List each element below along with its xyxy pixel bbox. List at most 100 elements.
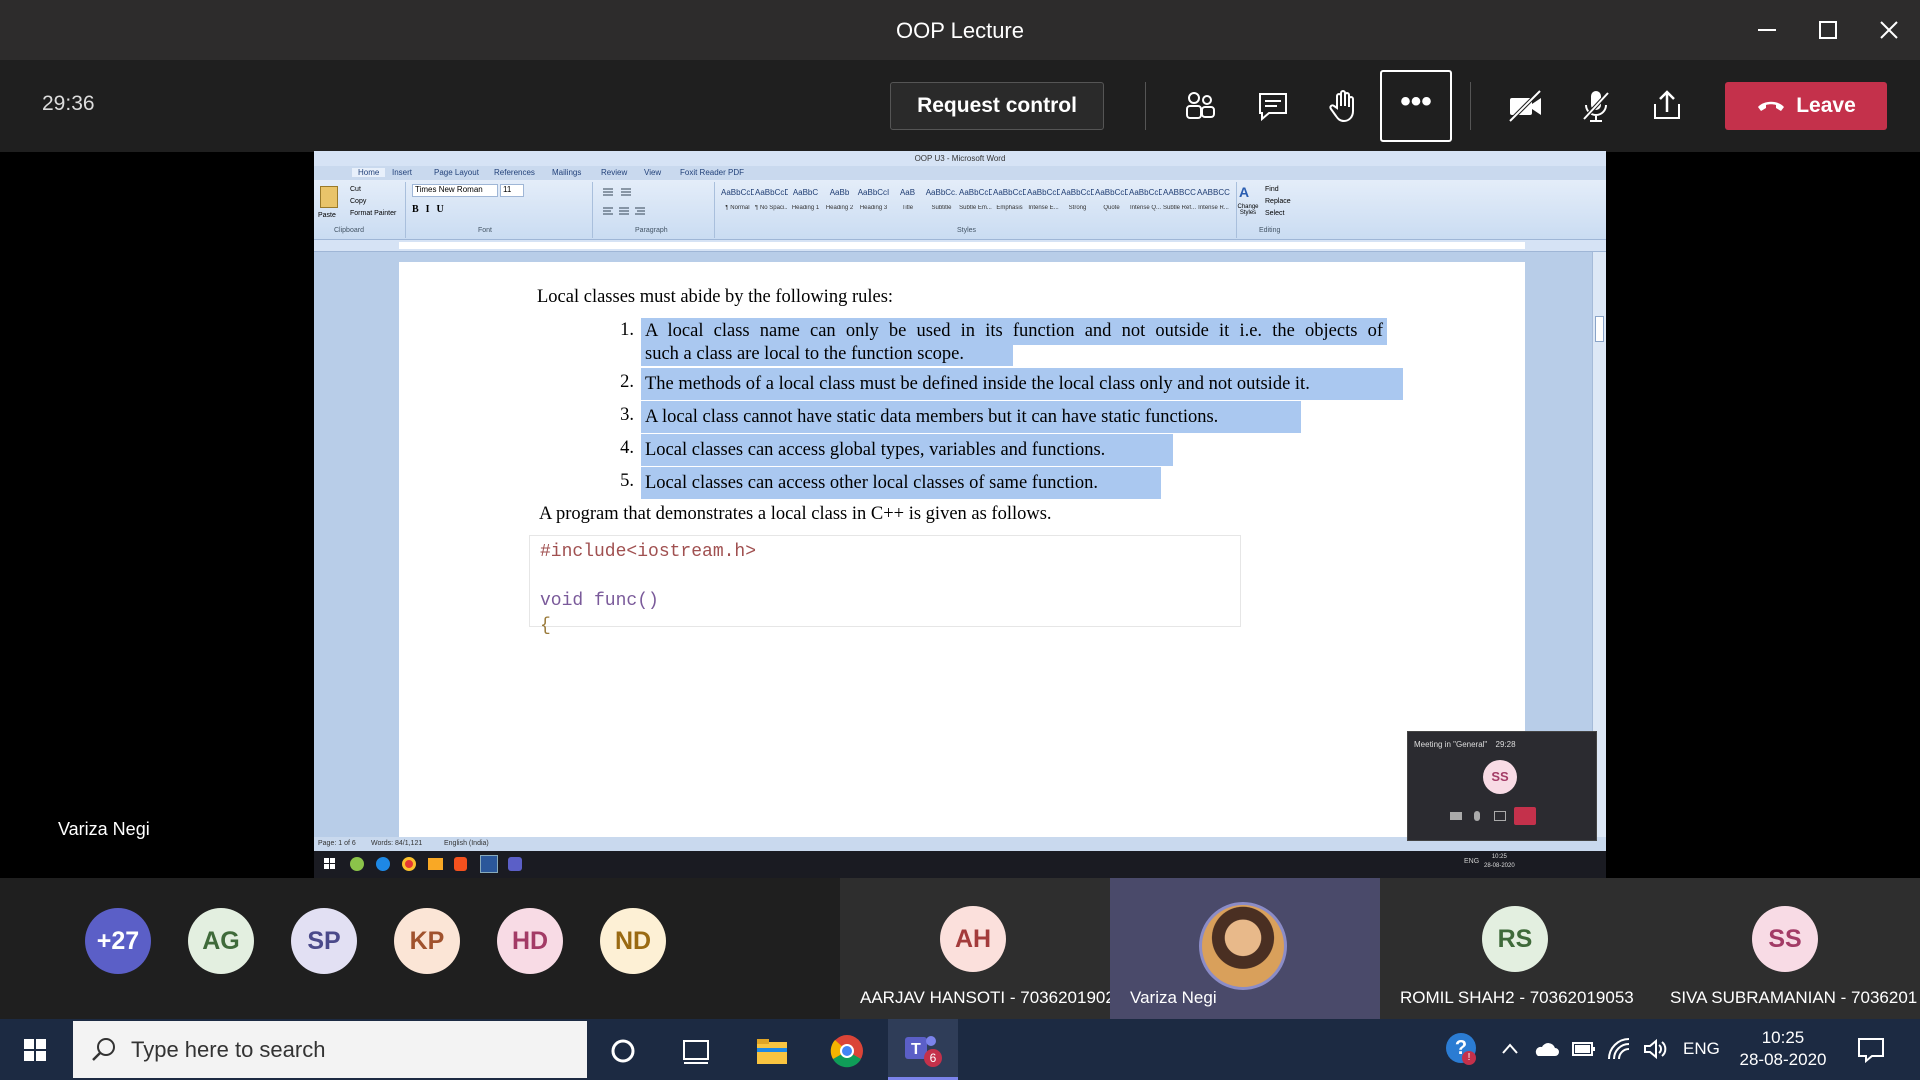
select-button[interactable]: Select [1265, 208, 1291, 220]
style-gallery-item[interactable]: AaB Title [891, 188, 924, 224]
clipboard-actions: Cut Copy Format Painter [350, 184, 396, 220]
font-format-buttons[interactable]: BIU [412, 204, 451, 215]
style-gallery-item[interactable]: AABBCCDE Intense R... [1197, 188, 1230, 224]
style-gallery-item[interactable]: AaBb Heading 2 [823, 188, 856, 224]
style-preview: AaBbCcDc [1061, 188, 1094, 197]
leave-button[interactable]: Leave [1725, 82, 1887, 130]
participant-tile[interactable]: RS ROMIL SHAH2 - 70362019053 [1380, 878, 1650, 1019]
font-size-select[interactable]: 11 [500, 184, 524, 197]
onedrive-icon[interactable] [1533, 1039, 1559, 1059]
request-control-button[interactable]: Request control [890, 82, 1104, 130]
style-name: Intense Q... [1129, 205, 1162, 211]
style-gallery-item[interactable]: AaBbCcDi Emphasis [993, 188, 1026, 224]
wifi-icon[interactable] [1607, 1037, 1631, 1061]
ruler[interactable] [314, 240, 1606, 252]
chevron-up-icon[interactable] [1500, 1039, 1520, 1059]
font-name-select[interactable]: Times New Roman [412, 184, 498, 197]
participants-icon[interactable] [1180, 86, 1220, 126]
battery-icon[interactable] [1572, 1039, 1596, 1059]
cut-button[interactable]: Cut [350, 184, 396, 196]
clock-time: 10:25 [1761, 1028, 1805, 1047]
more-participants-badge[interactable]: +27 [85, 908, 151, 974]
style-gallery-item[interactable]: AaBbCcI Heading 3 [857, 188, 890, 224]
participant-avatar[interactable]: ND [600, 908, 666, 974]
scroll-thumb[interactable] [1595, 316, 1604, 342]
share-screen-icon[interactable] [1647, 86, 1687, 126]
camera-off-icon[interactable] [1505, 86, 1545, 126]
style-preview: AaBbCcDc [755, 188, 788, 197]
more-actions-button[interactable]: ••• [1380, 70, 1452, 142]
language-indicator[interactable]: ENG [1683, 1039, 1720, 1059]
paragraph-buttons-icon[interactable] [601, 186, 701, 220]
style-gallery-item[interactable]: AaBbCcDc ¶ No Spaci... [755, 188, 788, 224]
volume-icon[interactable] [1642, 1037, 1668, 1061]
mini-meeting-window[interactable]: Meeting in "General" 29:28 SS [1407, 731, 1597, 841]
document-page[interactable]: Local classes must abide by the followin… [399, 262, 1525, 837]
ruler-page-area [399, 242, 1525, 249]
style-name: ¶ No Spaci... [755, 205, 788, 211]
ribbon-tab[interactable]: Home [352, 168, 386, 177]
mini-hangup-button[interactable] [1514, 807, 1536, 825]
change-styles-label: Change Styles [1237, 204, 1259, 216]
style-gallery-item[interactable]: AaBbCcDi Intense Q... [1129, 188, 1162, 224]
minimize-button[interactable] [1742, 8, 1792, 52]
taskbar-search-box[interactable]: Type here to search [73, 1021, 587, 1078]
mini-mic-icon[interactable] [1474, 811, 1480, 821]
raise-hand-icon[interactable] [1323, 86, 1363, 126]
format-painter-button[interactable]: Format Painter [350, 208, 396, 220]
style-gallery-item[interactable]: AaBbC Heading 1 [789, 188, 822, 224]
ribbon-tab[interactable]: References [494, 168, 535, 177]
ribbon-tab[interactable]: Page Layout [434, 168, 479, 177]
chrome-icon[interactable] [827, 1031, 867, 1071]
task-view-icon[interactable] [676, 1031, 716, 1071]
ribbon-tab[interactable]: Review [601, 168, 627, 177]
mini-camera-icon[interactable] [1450, 812, 1462, 820]
style-preview: AaBbCcDi [993, 188, 1026, 197]
group-label: Editing [1259, 227, 1281, 234]
teams-taskbar-button[interactable]: T 6 [888, 1019, 958, 1080]
file-explorer-icon[interactable] [752, 1031, 792, 1071]
windows-start-button[interactable] [24, 1039, 46, 1061]
participant-tile[interactable]: AH AARJAV HANSOTI - 7036201902 [840, 878, 1110, 1019]
style-gallery-item[interactable]: AaBbCc. Subtitle [925, 188, 958, 224]
style-preview: AaBb [829, 188, 850, 197]
mic-off-icon[interactable] [1576, 86, 1616, 126]
participant-avatar[interactable]: KP [394, 908, 460, 974]
participant-avatar[interactable]: SP [291, 908, 357, 974]
participant-avatar[interactable]: AG [188, 908, 254, 974]
paste-icon[interactable] [320, 186, 338, 208]
change-styles-icon[interactable]: A [1239, 184, 1249, 200]
mini-share-icon[interactable] [1494, 811, 1506, 821]
taskbar-clock[interactable]: 10:25 28-08-2020 [1733, 1027, 1833, 1071]
style-gallery-item[interactable]: AaBbCcDi Subtle Em... [959, 188, 992, 224]
sharer-name: Variza Negi [58, 819, 150, 839]
ribbon-tab[interactable]: View [644, 168, 661, 177]
presenter-tile[interactable]: Variza Negi [1110, 878, 1380, 1019]
notifications-icon[interactable] [1857, 1037, 1885, 1063]
replace-button[interactable]: Replace [1265, 196, 1291, 208]
ribbon-tab[interactable]: Foxit Reader PDF [680, 168, 744, 177]
find-button[interactable]: Find [1265, 184, 1291, 196]
copy-button[interactable]: Copy [350, 196, 396, 208]
participant-avatar[interactable]: HD [497, 908, 563, 974]
maximize-button[interactable] [1803, 8, 1853, 52]
style-preview: AaBbCcI [857, 188, 890, 197]
close-button[interactable] [1864, 8, 1914, 52]
style-preview: AaBbCcDi [1027, 188, 1060, 197]
ribbon-tab[interactable]: Insert [392, 168, 412, 177]
style-preview: AaBbCcDi [1095, 188, 1128, 197]
style-gallery-item[interactable]: AABBCCDE Subtle Ref... [1163, 188, 1196, 224]
style-gallery-item[interactable]: AaBbCcDc Strong [1061, 188, 1094, 224]
style-preview: AaBbCcDi [1129, 188, 1162, 197]
style-gallery-item[interactable]: AaBbCcDi Intense E... [1027, 188, 1060, 224]
ribbon-tab[interactable]: Mailings [552, 168, 581, 177]
chat-icon[interactable] [1253, 86, 1293, 126]
style-name: Heading 1 [791, 205, 820, 211]
paste-label: Paste [318, 212, 336, 219]
style-gallery-item[interactable]: AaBbCcDc ¶ Normal [721, 188, 754, 224]
cortana-icon[interactable] [603, 1031, 643, 1071]
meeting-toolbar: 29:36 Request control ••• Leave [0, 60, 1920, 152]
participant-tile[interactable]: SS SIVA SUBRAMANIAN - 7036201 [1650, 878, 1920, 1019]
style-gallery-item[interactable]: AaBbCcDi Quote [1095, 188, 1128, 224]
close-icon [1880, 21, 1898, 39]
